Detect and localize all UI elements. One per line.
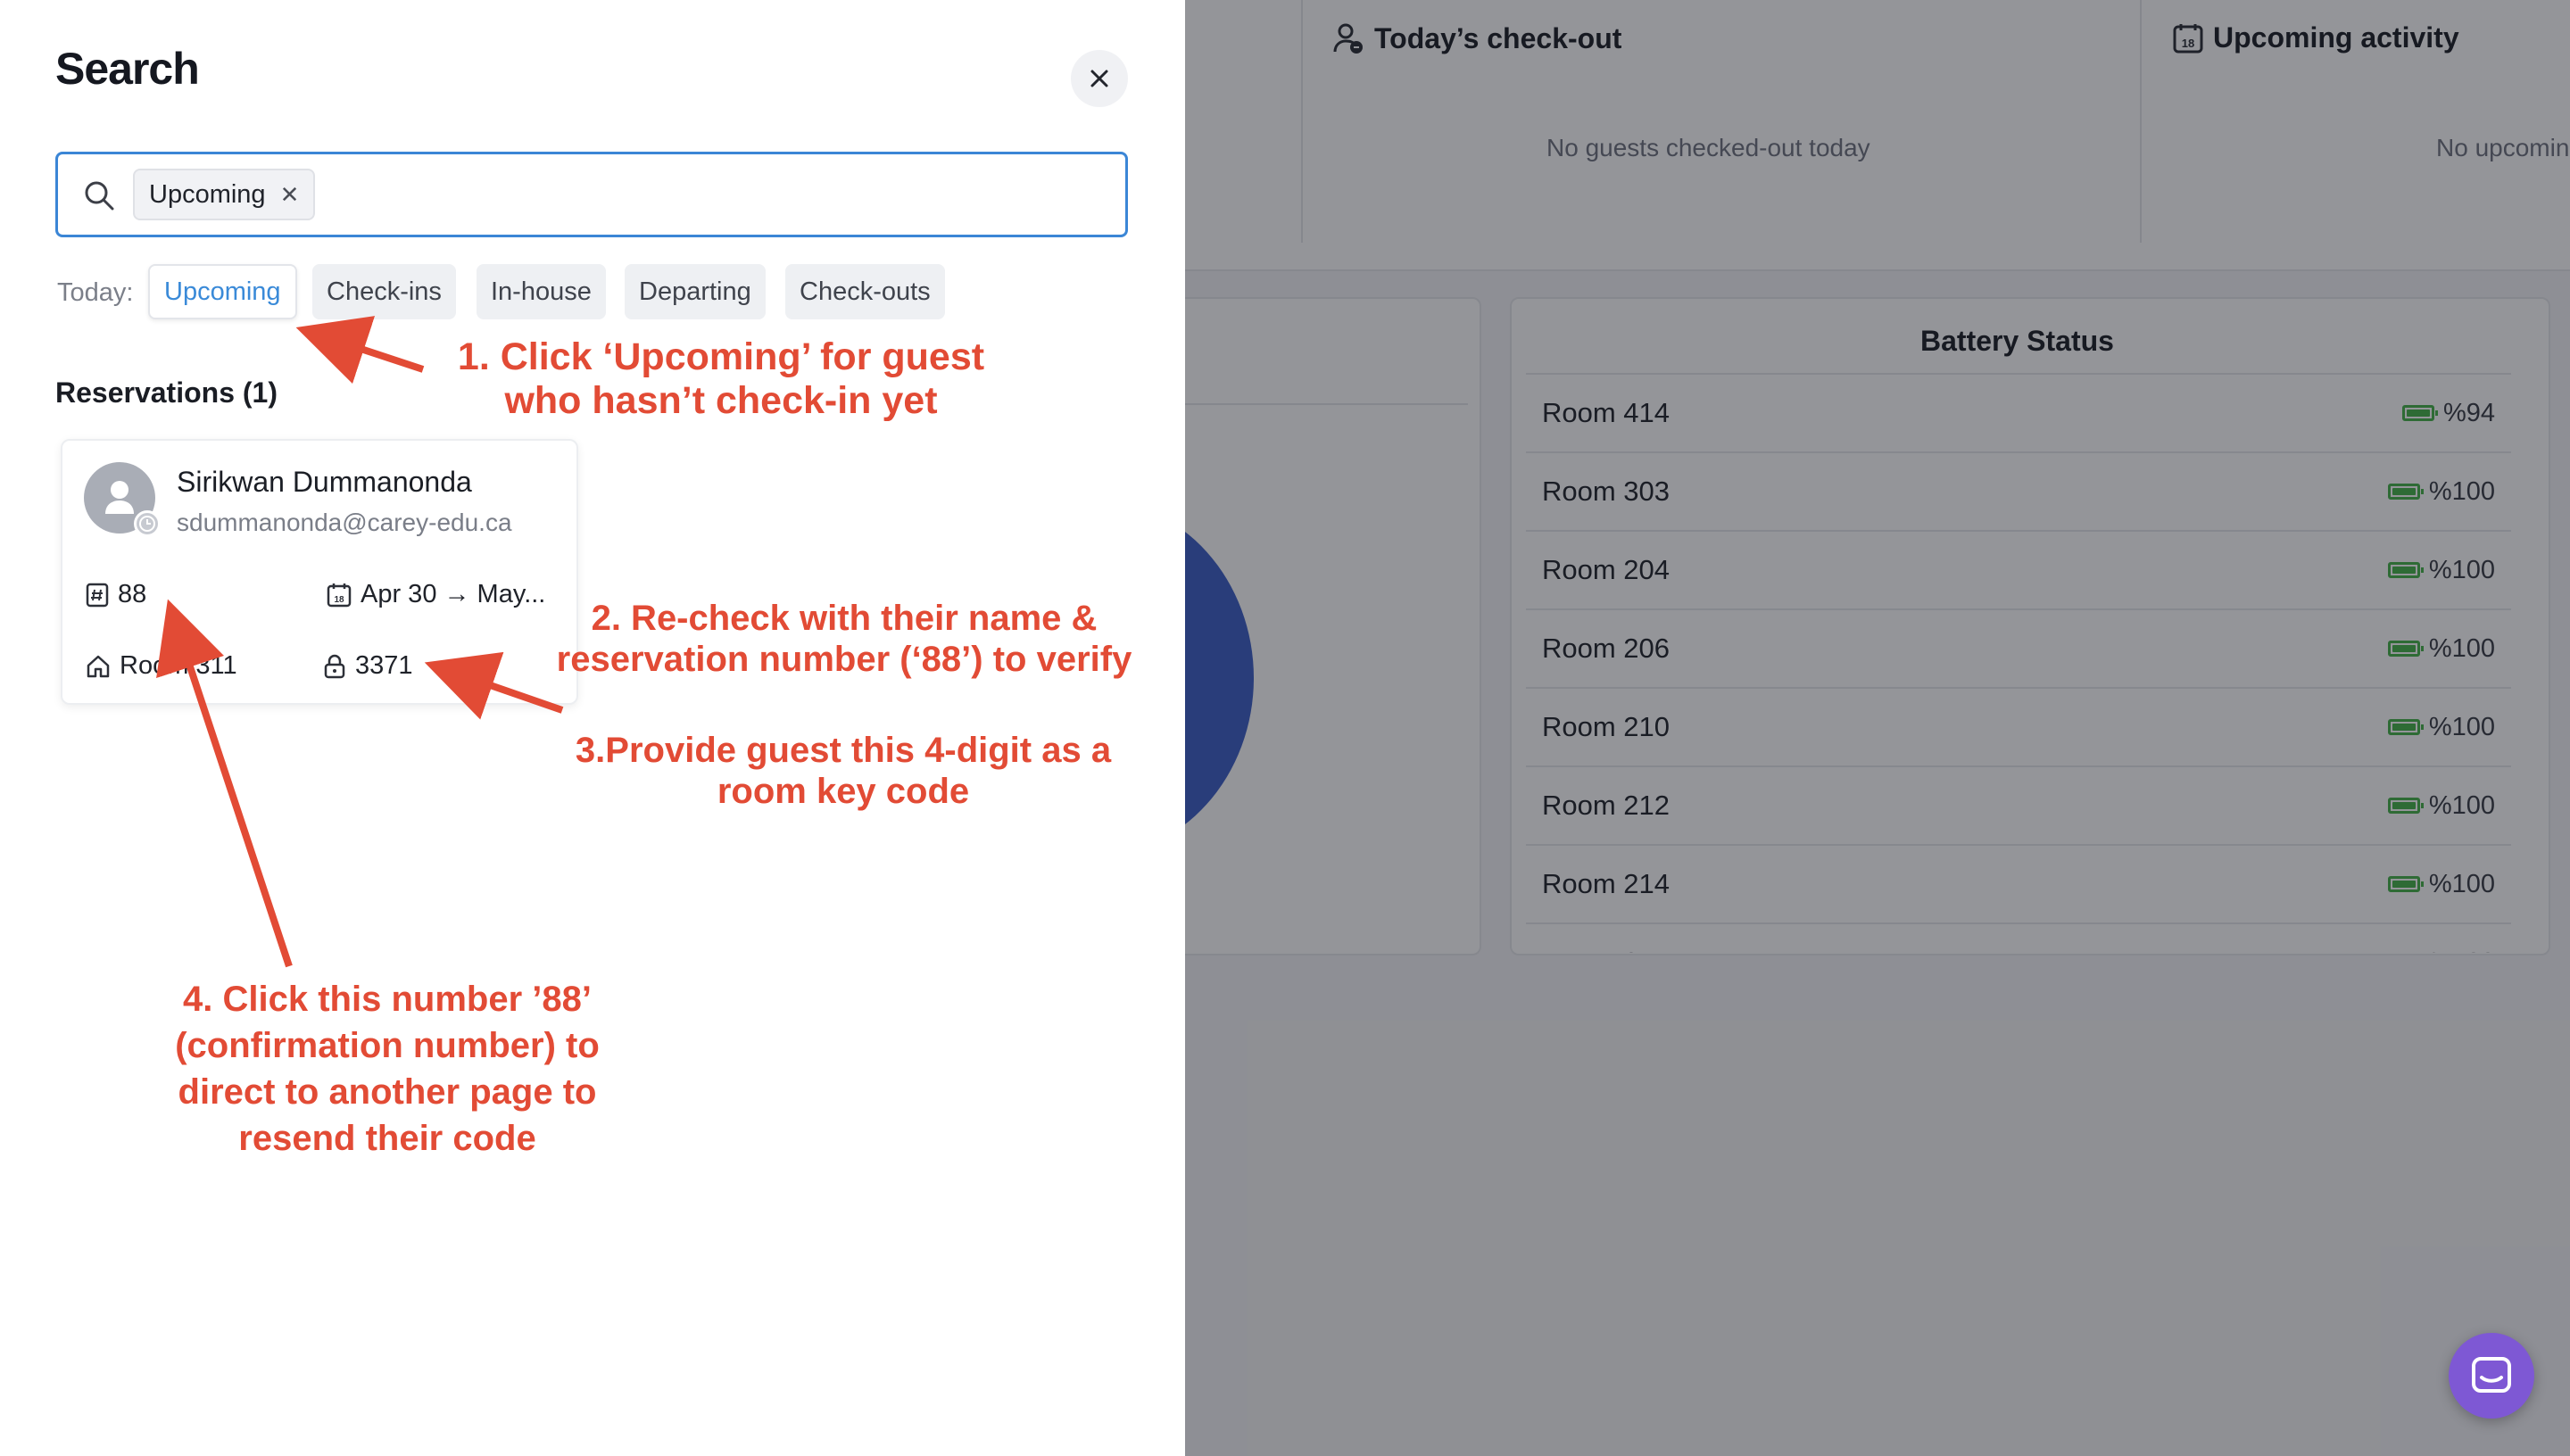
annotation-step-4-line-2: (confirmation number) to: [175, 1026, 600, 1065]
annotation-step-1-line-1: 1. Click ‘Upcoming’ for guest: [457, 335, 985, 378]
annotation-step-4-line-3: direct to another page to: [178, 1072, 597, 1112]
arrow-step-4: [156, 599, 293, 968]
annotation-step-2-line-1: 2. Re-check with their name &: [591, 599, 1098, 638]
annotation-step-1-line-2: who hasn’t check-in yet: [504, 379, 938, 423]
annotation-step-2-line-2: reservation number (‘88’) to verify: [556, 640, 1132, 679]
annotation-step-3: 3.Provide guest this 4-digit as a room k…: [544, 730, 1142, 812]
arrow-step-1: [295, 316, 425, 385]
annotation-step-2: 2. Re-check with their name & reservatio…: [532, 598, 1156, 680]
annotation-arrows: [156, 316, 564, 968]
annotation-step-4-line-1: 4. Click this number ’88’: [183, 980, 592, 1019]
annotation-step-3-line-2: room key code: [717, 772, 970, 811]
annotation-step-3-line-1: 3.Provide guest this 4-digit as a: [575, 731, 1112, 770]
annotation-step-4: 4. Click this number ’88’ (confirmation …: [120, 976, 655, 1162]
annotation-step-4-line-4: resend their code: [238, 1119, 536, 1158]
annotation-step-1: 1. Click ‘Upcoming’ for guest who hasn’t…: [418, 335, 1024, 424]
